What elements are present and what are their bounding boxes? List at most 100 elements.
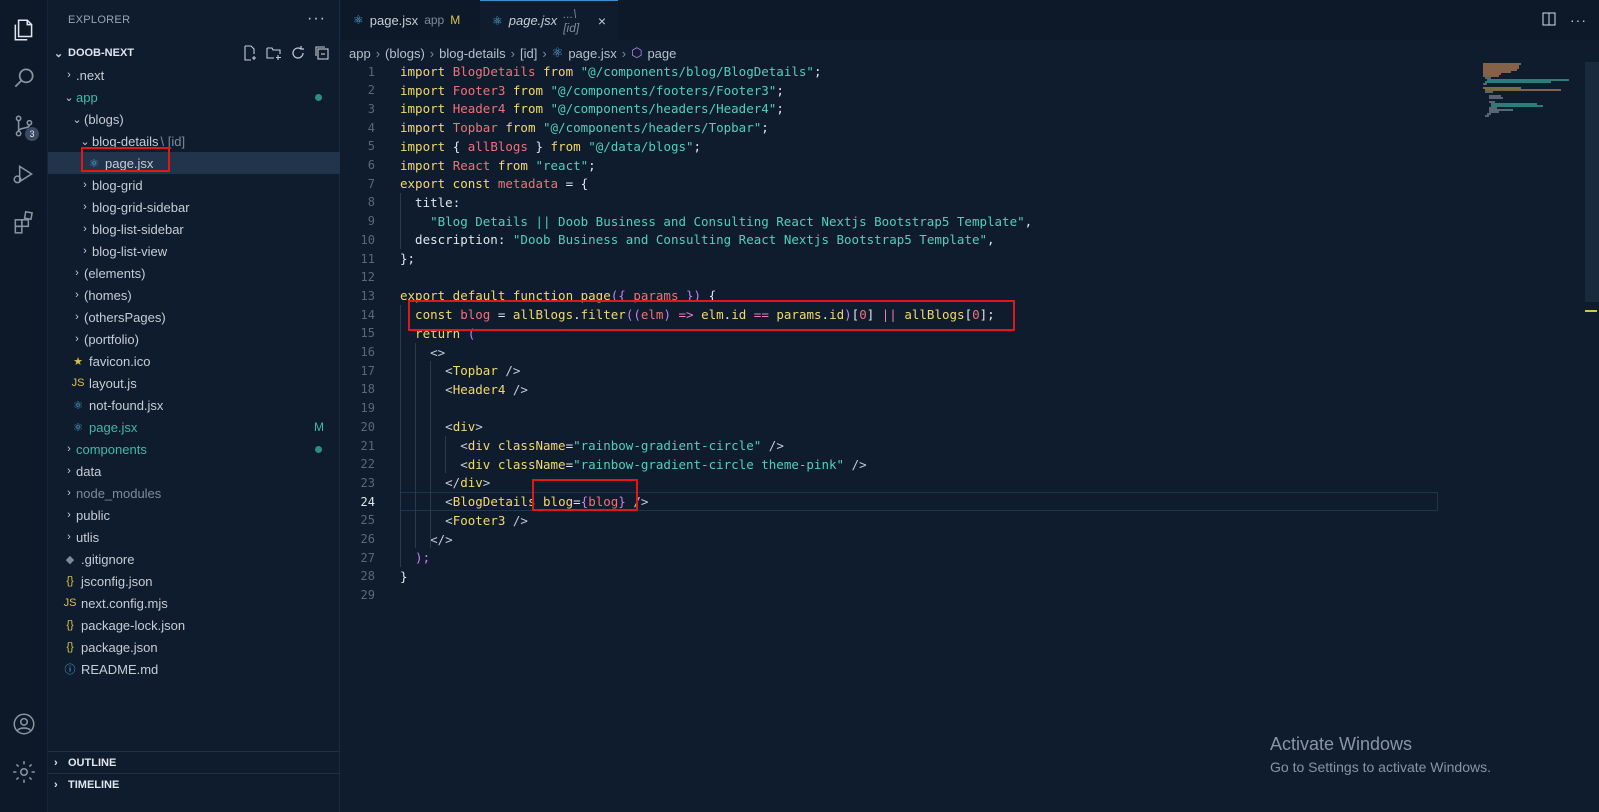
code-line[interactable]: 9 "Blog Details || Doob Business and Con…	[341, 212, 1441, 231]
tree-item-label: utlis	[76, 529, 100, 545]
settings-gear-icon[interactable]	[0, 748, 48, 796]
tree-file[interactable]: ⚛ page.jsx M	[48, 416, 340, 438]
more-actions-icon[interactable]: ···	[1570, 12, 1587, 29]
breadcrumb-item[interactable]: page.jsx	[568, 46, 616, 61]
line-number: 7	[367, 176, 375, 191]
breadcrumb-item[interactable]: (blogs)	[385, 46, 425, 61]
tree-folder[interactable]: ⌄ app	[48, 86, 340, 108]
code-token: title	[400, 194, 453, 210]
refresh-icon[interactable]	[290, 45, 306, 61]
code-line[interactable]: 23 </div>	[341, 473, 1441, 492]
tree-folder[interactable]: › utlis	[48, 526, 340, 548]
tree-folder[interactable]: › node_modules	[48, 482, 340, 504]
collapse-all-icon[interactable]	[314, 45, 330, 61]
source-control-icon[interactable]: 3	[0, 102, 48, 150]
split-editor-icon[interactable]	[1542, 12, 1556, 29]
new-file-icon[interactable]	[242, 45, 258, 61]
explorer-icon[interactable]	[0, 6, 48, 54]
code-line[interactable]: 22 <div className="rainbow-gradient-circ…	[341, 455, 1441, 474]
line-number: 23	[360, 475, 375, 490]
tree-folder[interactable]: › (elements)	[48, 262, 340, 284]
tree-file[interactable]: ★ favicon.ico	[48, 350, 340, 372]
tree-folder[interactable]: › blog-grid-sidebar	[48, 196, 340, 218]
code-line[interactable]: 7 export const metadata = {	[341, 174, 1441, 193]
code-line[interactable]: 25 <Footer3 />	[341, 511, 1441, 530]
code-line[interactable]: 29	[341, 586, 1441, 605]
tree-folder[interactable]: › blog-list-view	[48, 240, 340, 262]
react-icon: ⚛	[492, 13, 503, 28]
tree-item-label: page.jsx	[89, 419, 138, 435]
breadcrumb-item[interactable]: app	[349, 46, 371, 61]
code-line[interactable]: 19	[341, 399, 1441, 418]
tree-file[interactable]: JS next.config.mjs	[48, 592, 340, 614]
react-icon: ⚛	[551, 45, 564, 60]
tab-page-jsx-app[interactable]: ⚛ page.jsx app M	[341, 0, 479, 40]
search-icon[interactable]	[0, 54, 48, 102]
code-line[interactable]: 10 description: "Doob Business and Consu…	[341, 230, 1441, 249]
code-line[interactable]: 12	[341, 268, 1441, 287]
tree-folder[interactable]: › (homes)	[48, 284, 340, 306]
code-line[interactable]: 8 title:	[341, 193, 1441, 212]
tree-file[interactable]: ◆ .gitignore	[48, 548, 340, 570]
git-file-icon: ◆	[65, 553, 75, 566]
code-token: div	[460, 475, 483, 491]
breadcrumb-item[interactable]: [id]	[520, 46, 537, 61]
tree-folder[interactable]: › (portfolio)	[48, 328, 340, 350]
code-line[interactable]: 6 import React from "react";	[341, 156, 1441, 175]
account-icon[interactable]	[0, 700, 48, 748]
code-line[interactable]: 3 import Header4 from "@/components/heade…	[341, 99, 1441, 118]
line-number: 12	[360, 270, 375, 285]
outline-section[interactable]: › OUTLINE	[48, 751, 340, 773]
new-folder-icon[interactable]	[266, 45, 282, 61]
code-editor[interactable]: 1 import BlogDetails from "@/components/b…	[341, 62, 1599, 812]
tree-file[interactable]: {} package.json	[48, 636, 340, 658]
code-line[interactable]: 20 <div>	[341, 417, 1441, 436]
code-line[interactable]: 18 <Header4 />	[341, 380, 1441, 399]
tree-folder[interactable]: › .next	[48, 64, 340, 86]
code-line[interactable]: 28}	[341, 567, 1441, 586]
chevron-right-icon: ›	[83, 201, 87, 213]
extensions-icon[interactable]	[0, 198, 48, 246]
tree-file[interactable]: ⓘ README.md	[48, 658, 340, 680]
code-line[interactable]: 26 </>	[341, 530, 1441, 549]
code-line[interactable]: 21 <div className="rainbow-gradient-circ…	[341, 436, 1441, 455]
run-debug-icon[interactable]	[0, 150, 48, 198]
more-actions-icon[interactable]: ···	[307, 10, 326, 28]
code-line[interactable]: 16 <>	[341, 343, 1441, 362]
line-number: 18	[360, 382, 375, 397]
tree-file[interactable]: ⚛ not-found.jsx	[48, 394, 340, 416]
code-line[interactable]: 5 import { allBlogs } from "@/data/blogs"…	[341, 137, 1441, 156]
project-root[interactable]: ⌄ DOOB-NEXT	[48, 42, 340, 64]
code-line[interactable]: 17 <Topbar />	[341, 361, 1441, 380]
breadcrumb-item[interactable]: blog-details	[439, 46, 506, 61]
tree-folder[interactable]: › blog-grid	[48, 174, 340, 196]
tree-folder[interactable]: › public	[48, 504, 340, 526]
close-icon[interactable]: ×	[598, 13, 606, 29]
minimap[interactable]	[1481, 62, 1571, 122]
tree-folder[interactable]: › data	[48, 460, 340, 482]
breadcrumb-item[interactable]: page	[647, 46, 676, 61]
code-line[interactable]: 27 );	[341, 548, 1441, 567]
tree-folder[interactable]: ⌄ (blogs)	[48, 108, 340, 130]
code-line[interactable]: 2 import Footer3 from "@/components/foote…	[341, 81, 1441, 100]
tree-folder[interactable]: › (othersPages)	[48, 306, 340, 328]
tree-folder[interactable]: › blog-list-sidebar	[48, 218, 340, 240]
line-number: 17	[360, 363, 375, 378]
code-line[interactable]: 11};	[341, 249, 1441, 268]
tree-file[interactable]: {} package-lock.json	[48, 614, 340, 636]
timeline-section[interactable]: › TIMELINE	[48, 773, 340, 795]
code-text: description: "Doob Business and Consulti…	[400, 232, 995, 247]
code-line[interactable]: 1 import BlogDetails from "@/components/b…	[341, 62, 1441, 81]
code-token: "rainbow-gradient-circle theme-pink"	[573, 456, 845, 472]
tree-file[interactable]: {} jsconfig.json	[48, 570, 340, 592]
code-token: "@/components/blog/BlogDetails"	[580, 64, 814, 79]
code-text: title:	[400, 195, 460, 210]
tree-file[interactable]: JS layout.js	[48, 372, 340, 394]
vertical-scrollbar[interactable]	[1585, 62, 1599, 302]
code-line[interactable]: 4 import Topbar from "@/components/header…	[341, 118, 1441, 137]
code-token: div	[467, 438, 491, 453]
tree-folder[interactable]: › components	[48, 438, 340, 460]
breadcrumb: app › (blogs) › blog-details › [id] › ⚛ page…	[349, 42, 676, 64]
code-line[interactable]: 24 <BlogDetails blog={blog} />	[341, 492, 1441, 512]
tab-page-jsx-id[interactable]: ⚛ page.jsx ...\[id] ×	[480, 0, 618, 40]
